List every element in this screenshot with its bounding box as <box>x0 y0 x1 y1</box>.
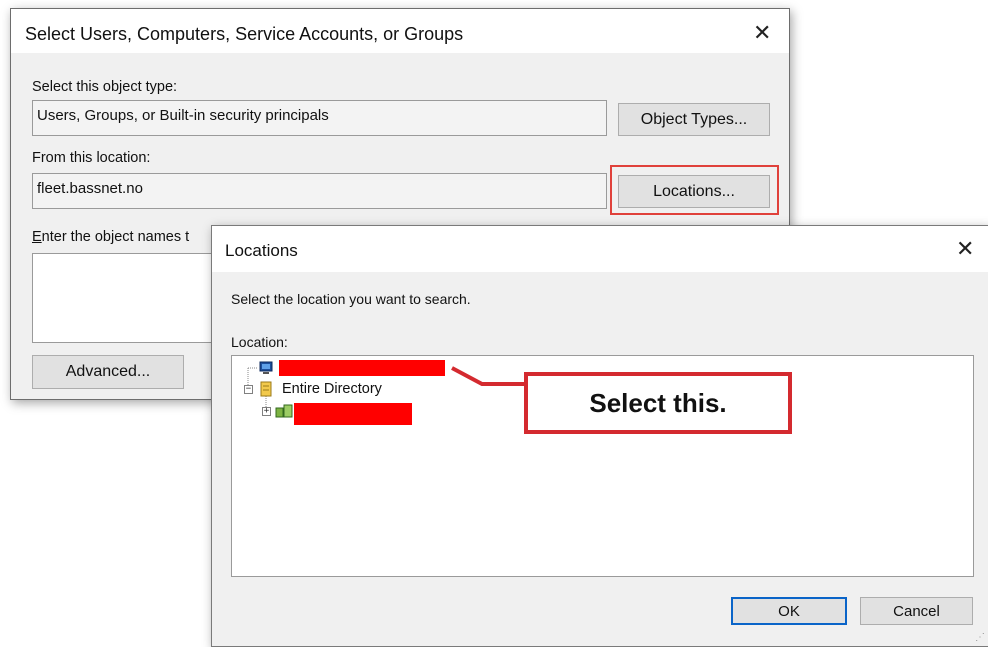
tree-node-computer[interactable] <box>258 360 458 378</box>
locations-title: Locations <box>225 241 298 260</box>
close-icon[interactable]: ✕ <box>753 22 771 44</box>
object-names-textarea[interactable] <box>32 253 232 343</box>
location-tree-label: Location: <box>231 334 288 350</box>
expand-icon[interactable]: + <box>262 407 271 416</box>
locations-dialog: Locations ✕ Select the location you want… <box>211 225 988 647</box>
object-type-label: Select this object type: <box>32 79 178 95</box>
tree-node-entire-directory[interactable]: − Entire Directory <box>240 380 440 400</box>
entire-directory-label: Entire Directory <box>282 381 382 397</box>
select-users-title: Select Users, Computers, Service Account… <box>25 24 464 44</box>
enter-names-label: Enter the object names t <box>32 229 190 245</box>
select-this-callout: Select this. <box>524 372 792 434</box>
enter-names-label-text: nter the object names t <box>41 229 190 245</box>
advanced-button[interactable]: Advanced... <box>32 355 184 389</box>
collapse-icon[interactable]: − <box>244 385 253 394</box>
redacted-location-name <box>279 360 445 376</box>
location-field: fleet.bassnet.no <box>32 173 607 209</box>
redacted-domain-name <box>294 403 412 425</box>
object-type-field: Users, Groups, or Built-in security prin… <box>32 100 607 136</box>
locations-instruction: Select the location you want to search. <box>231 291 471 307</box>
ok-button[interactable]: OK <box>731 597 847 625</box>
directory-icon <box>260 381 272 397</box>
location-label: From this location: <box>32 150 151 166</box>
computer-icon <box>259 361 273 374</box>
resize-grip-icon[interactable]: ⋰ <box>975 632 985 643</box>
cancel-button[interactable]: Cancel <box>860 597 973 625</box>
locations-titlebar <box>212 226 988 272</box>
object-types-button[interactable]: Object Types... <box>618 103 770 136</box>
domain-icon <box>275 404 293 418</box>
tree-node-domain[interactable]: + <box>260 402 460 425</box>
close-icon[interactable]: ✕ <box>956 238 974 260</box>
locations-button[interactable]: Locations... <box>618 175 770 208</box>
